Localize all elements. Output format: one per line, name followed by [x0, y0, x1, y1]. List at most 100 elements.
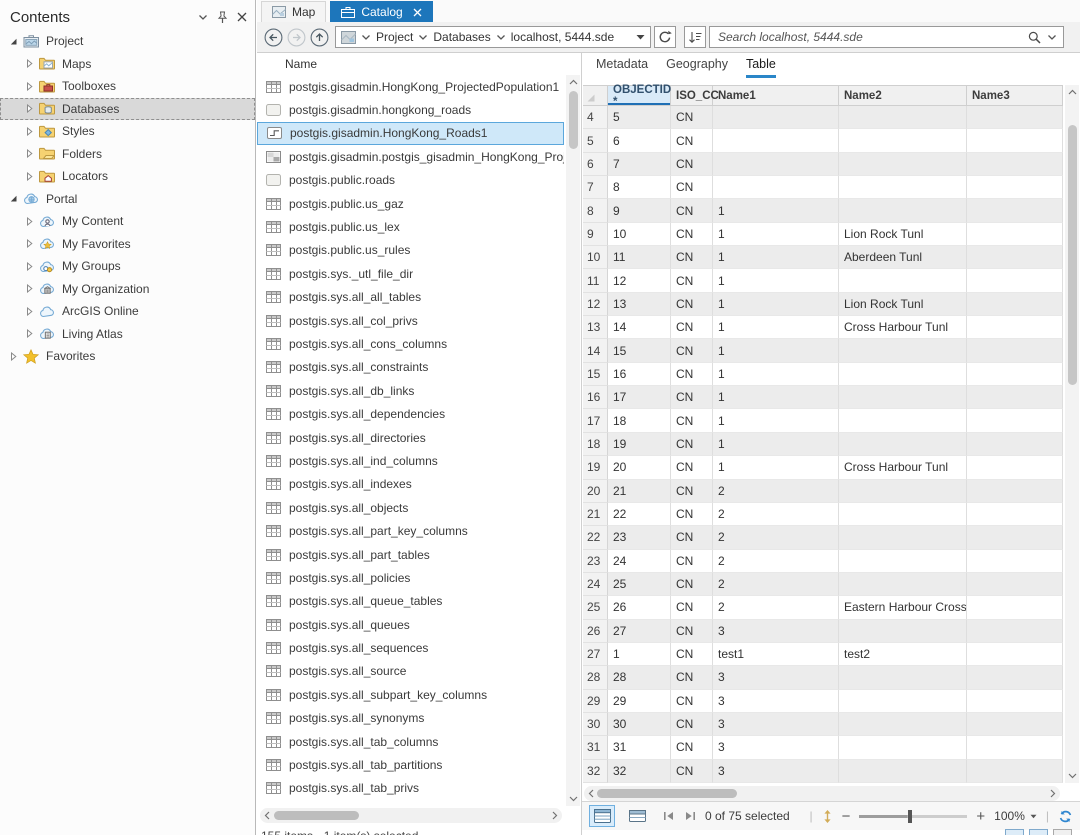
row-number[interactable]: 13 — [583, 316, 608, 339]
tree-item-styles[interactable]: Styles — [0, 120, 255, 143]
cell-iso-cc[interactable]: CN — [671, 339, 713, 362]
dock-layout-icon[interactable] — [1005, 829, 1024, 835]
cell-iso-cc[interactable]: CN — [671, 573, 713, 596]
row-number[interactable]: 31 — [583, 736, 608, 759]
cell-name3[interactable] — [967, 550, 1063, 573]
row-number[interactable]: 22 — [583, 526, 608, 549]
cell-name1[interactable]: 1 — [713, 246, 839, 269]
forward-button[interactable] — [286, 27, 306, 47]
cell-objectid[interactable]: 30 — [608, 713, 671, 736]
list-item-postgis-public-us-lex[interactable]: postgis.public.us_lex — [257, 215, 564, 238]
list-item-postgis-sys-all-directories[interactable]: postgis.sys.all_directories — [257, 426, 564, 449]
cell-name2[interactable] — [839, 106, 967, 129]
row-number[interactable]: 5 — [583, 129, 608, 152]
cell-name1[interactable]: 2 — [713, 480, 839, 503]
list-item-postgis-sys-all-synonyms[interactable]: postgis.sys.all_synonyms — [257, 707, 564, 730]
cell-name1[interactable]: 3 — [713, 760, 839, 783]
list-item-postgis-sys-all-tab-partitions[interactable]: postgis.sys.all_tab_partitions — [257, 753, 564, 776]
cell-name3[interactable] — [967, 293, 1063, 316]
cell-iso-cc[interactable]: CN — [671, 293, 713, 316]
cell-iso-cc[interactable]: CN — [671, 269, 713, 292]
row-number[interactable]: 9 — [583, 223, 608, 246]
scroll-down-icon[interactable] — [1065, 769, 1079, 783]
tree-item-maps[interactable]: Maps — [0, 53, 255, 76]
cell-name2[interactable] — [839, 129, 967, 152]
cell-name3[interactable] — [967, 713, 1063, 736]
cell-name1[interactable]: 1 — [713, 199, 839, 222]
detail-tab-metadata[interactable]: Metadata — [596, 57, 648, 78]
cell-name3[interactable] — [967, 503, 1063, 526]
cell-name1[interactable]: 1 — [713, 293, 839, 316]
row-number[interactable]: 8 — [583, 199, 608, 222]
list-item-postgis-public-roads[interactable]: postgis.public.roads — [257, 169, 564, 192]
row-number[interactable]: 32 — [583, 760, 608, 783]
form-view-button[interactable] — [624, 805, 650, 827]
list-item-postgis-sys-all-policies[interactable]: postgis.sys.all_policies — [257, 566, 564, 589]
list-item-postgis-sys-all-db-links[interactable]: postgis.sys.all_db_links — [257, 379, 564, 402]
cell-name2[interactable]: Lion Rock Tunl — [839, 293, 967, 316]
row-number[interactable]: 15 — [583, 363, 608, 386]
scroll-up-icon[interactable] — [566, 75, 580, 89]
row-number[interactable]: 20 — [583, 480, 608, 503]
column-header-name1[interactable]: Name1 — [713, 86, 839, 105]
cell-iso-cc[interactable]: CN — [671, 456, 713, 479]
cell-objectid[interactable]: 9 — [608, 199, 671, 222]
cell-iso-cc[interactable]: CN — [671, 246, 713, 269]
cell-name2[interactable] — [839, 573, 967, 596]
scroll-left-icon[interactable] — [264, 811, 270, 820]
sort-button[interactable] — [684, 26, 706, 48]
cell-name3[interactable] — [967, 643, 1063, 666]
view-tab-map[interactable]: Map — [261, 1, 326, 22]
cell-objectid[interactable]: 26 — [608, 596, 671, 619]
row-number[interactable]: 28 — [583, 666, 608, 689]
cell-iso-cc[interactable]: CN — [671, 736, 713, 759]
tree-item-portal[interactable]: Portal — [0, 188, 255, 211]
cell-objectid[interactable]: 5 — [608, 106, 671, 129]
cell-name2[interactable] — [839, 526, 967, 549]
cell-name3[interactable] — [967, 106, 1063, 129]
cell-objectid[interactable]: 12 — [608, 269, 671, 292]
list-item-postgis-gisadmin-hongkong-roads[interactable]: postgis.gisadmin.hongkong_roads — [257, 98, 564, 121]
cell-name2[interactable] — [839, 666, 967, 689]
scroll-left-icon[interactable] — [588, 789, 594, 798]
breadcrumb-project[interactable]: Project — [376, 30, 413, 44]
scroll-right-icon[interactable] — [552, 811, 558, 820]
row-number[interactable]: 19 — [583, 456, 608, 479]
row-number[interactable]: 26 — [583, 620, 608, 643]
cell-objectid[interactable]: 1 — [608, 643, 671, 666]
cell-iso-cc[interactable]: CN — [671, 316, 713, 339]
row-number[interactable]: 29 — [583, 690, 608, 713]
cell-objectid[interactable]: 23 — [608, 526, 671, 549]
cell-name3[interactable] — [967, 246, 1063, 269]
row-number[interactable]: 18 — [583, 433, 608, 456]
cell-name2[interactable] — [839, 363, 967, 386]
cell-iso-cc[interactable]: CN — [671, 620, 713, 643]
list-item-postgis-public-us-rules[interactable]: postgis.public.us_rules — [257, 239, 564, 262]
close-icon[interactable] — [237, 12, 247, 22]
cell-name2[interactable] — [839, 736, 967, 759]
cell-name3[interactable] — [967, 409, 1063, 432]
row-number[interactable]: 4 — [583, 106, 608, 129]
up-button[interactable] — [309, 27, 329, 47]
cell-name1[interactable]: 3 — [713, 713, 839, 736]
list-item-postgis-sys-all-cons-columns[interactable]: postgis.sys.all_cons_columns — [257, 332, 564, 355]
cell-name1[interactable]: 1 — [713, 409, 839, 432]
cell-name2[interactable]: Cross Harbour Tunl — [839, 316, 967, 339]
cell-iso-cc[interactable]: CN — [671, 176, 713, 199]
cell-name2[interactable]: test2 — [839, 643, 967, 666]
cell-iso-cc[interactable]: CN — [671, 713, 713, 736]
tree-item-locators[interactable]: Locators — [0, 165, 255, 188]
breadcrumb-databases[interactable]: Databases — [433, 30, 490, 44]
cell-name3[interactable] — [967, 573, 1063, 596]
cell-name1[interactable]: 2 — [713, 596, 839, 619]
row-number[interactable]: 25 — [583, 596, 608, 619]
list-vertical-scrollbar[interactable] — [566, 75, 580, 806]
chevron-down-icon[interactable] — [418, 34, 428, 41]
zoom-slider[interactable] — [859, 815, 967, 818]
zoom-slider-knob[interactable] — [908, 810, 912, 823]
pane-menu-chevron-icon[interactable] — [198, 14, 208, 21]
cell-iso-cc[interactable]: CN — [671, 106, 713, 129]
list-item-item[interactable] — [257, 800, 564, 806]
scroll-up-icon[interactable] — [1065, 85, 1079, 99]
row-number[interactable]: 17 — [583, 409, 608, 432]
